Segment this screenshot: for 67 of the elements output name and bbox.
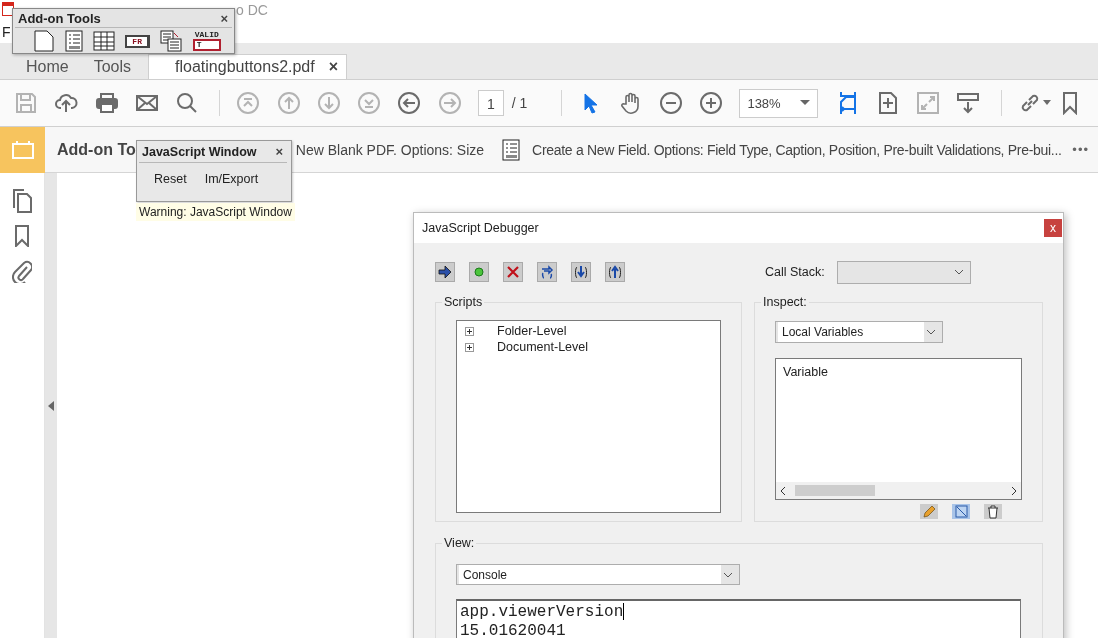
step-over-icon[interactable] [537,262,557,282]
trash-icon[interactable] [984,504,1002,519]
close-button[interactable]: × [220,10,228,26]
palette-button[interactable]: Im/Export [204,172,259,186]
dialog-title: JavaScript Debugger [422,221,539,235]
toolbar-title: Add-on To [57,140,136,159]
tree-item[interactable]: Folder-Level [457,323,720,339]
collapse-icon[interactable] [48,400,54,411]
page-icon[interactable] [34,30,55,52]
tree-item[interactable]: Document-Level [457,339,720,355]
edit-icon[interactable] [952,504,970,519]
table-icon[interactable] [92,31,115,51]
console-field[interactable]: app.viewerVersion 15.01620041 [456,599,1021,638]
list-icon[interactable] [64,30,83,52]
breakpoint-icon[interactable] [469,262,489,282]
step-into-icon[interactable] [571,262,591,282]
arrow-left-icon[interactable] [397,91,422,115]
stop-icon[interactable] [503,262,523,282]
chevron-down-icon[interactable] [926,329,936,335]
call-stack-label: Call Stack: [765,265,825,279]
inspect-dropdown[interactable]: Local Variables [775,321,943,343]
paperclip-icon[interactable] [12,259,32,283]
close-button[interactable]: x [1044,219,1062,237]
group-label: Inspect: [761,295,809,309]
scrollbar[interactable] [776,482,1021,499]
console-line: 15.01620041 [460,622,566,638]
tab[interactable]: floatingbuttons2.pdf × [148,54,348,79]
column-header: Variable [783,365,828,379]
page-count: / 1 [511,95,528,111]
more-button[interactable]: ••• [1072,142,1089,157]
caret-icon[interactable] [799,100,810,106]
step-out-icon[interactable] [605,262,625,282]
palette-title: Add-on Tools [18,10,101,26]
menu-item[interactable]: F [2,23,11,40]
pencil-icon[interactable] [920,504,938,519]
scroll-right-icon[interactable] [1011,486,1016,495]
tab[interactable]: Tools [81,54,144,79]
zoom-in-icon[interactable] [699,91,724,115]
pages-icon[interactable] [11,189,33,213]
scroll-left-icon[interactable] [781,486,786,495]
expand-icon[interactable] [465,326,474,336]
palette-button[interactable]: Reset [154,172,187,186]
print-icon[interactable] [94,91,119,115]
close-tab-button[interactable]: × [328,58,339,76]
zoom-out-icon[interactable] [658,91,683,115]
tool-label[interactable]: Create a New Field. Options: Field Type, Caption, Position, Pre-built Validations, Pre-bui... [532,141,1062,158]
palette-title: JavaScript Window [142,144,257,159]
chevron-down-icon[interactable] [953,269,964,275]
read-mode-icon[interactable] [956,91,981,115]
tab[interactable]: Home [14,54,81,79]
tool-label[interactable]: New Blank PDF. Options: Size [295,141,485,158]
group-label: View: [442,536,477,550]
copy-icon[interactable] [160,30,183,52]
console-line: app.viewerVersion [460,603,625,622]
chevron-down-icon[interactable] [723,571,733,578]
list-icon[interactable] [502,138,521,161]
close-button[interactable]: × [275,144,283,159]
group-label: Scripts [442,295,485,309]
warning-label: Warning: JavaScript Window [136,203,295,221]
cloud-upload-icon[interactable] [54,91,79,115]
run-icon[interactable] [435,262,455,282]
page-number-field[interactable]: 1 [477,90,504,116]
bookmark-icon[interactable] [14,225,30,247]
window-title: o DC [236,2,268,18]
field-label-icon[interactable]: FR [125,34,150,48]
view-dropdown[interactable]: Console [456,564,740,585]
expand-icon[interactable] [465,342,474,352]
